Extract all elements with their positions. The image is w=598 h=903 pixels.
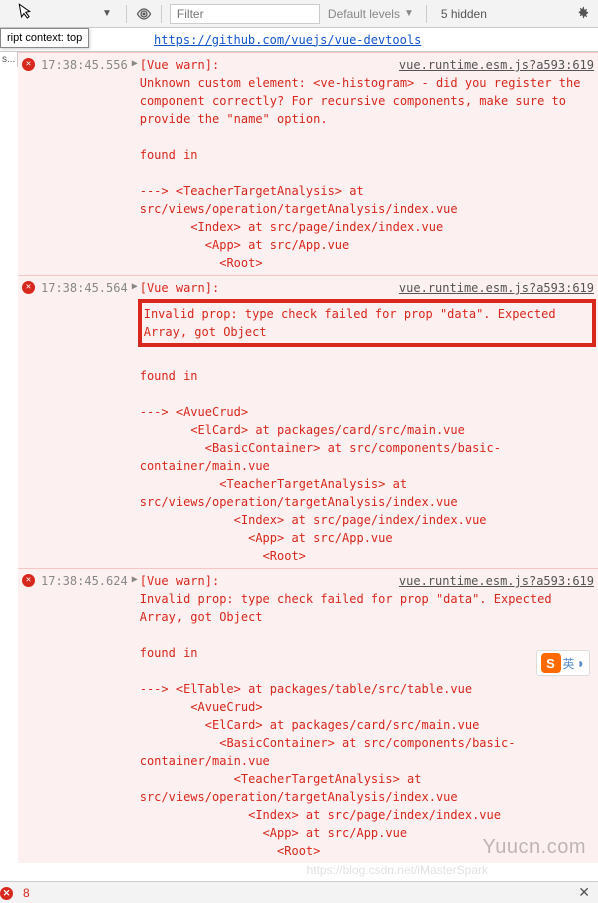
console-error-row: ✕ 17:38:45.624 ▶ [Vue warn]: vue.runtime… xyxy=(18,568,598,863)
hidden-count-label[interactable]: 5 hidden xyxy=(435,7,493,21)
chevron-down-icon: ▼ xyxy=(404,8,414,19)
message-body: [Vue warn]: vue.runtime.esm.js?a593:619 … xyxy=(140,572,594,860)
console-error-row: ✕ 17:38:45.556 ▶ [Vue warn]: vue.runtime… xyxy=(18,52,598,275)
timestamp: 17:38:45.556 xyxy=(41,56,128,272)
watermark-csdn: https://blog.csdn.net/iMasterSpark xyxy=(307,863,488,877)
disclosure-triangle-icon[interactable]: ▶ xyxy=(132,572,138,860)
disclosure-triangle-icon[interactable]: ▶ xyxy=(132,56,138,272)
console-error-row: ✕ 17:38:45.564 ▶ [Vue warn]: vue.runtime… xyxy=(18,275,598,568)
sidebar-stub[interactable]: s... xyxy=(0,52,18,67)
toolbar-divider xyxy=(126,5,127,23)
ime-badge[interactable]: S 英 ◗ xyxy=(536,650,590,676)
log-levels-label: Default levels xyxy=(328,7,400,21)
message-text: Unknown custom element: <ve-histogram> -… xyxy=(140,74,594,272)
toolbar-divider xyxy=(161,5,162,23)
status-bar: ✕ 8 ✕ xyxy=(0,881,598,903)
moon-icon: ◗ xyxy=(577,655,585,671)
timestamp: 17:38:45.564 xyxy=(41,279,128,565)
ime-language: 英 xyxy=(563,655,575,672)
close-icon[interactable]: ✕ xyxy=(578,884,590,901)
context-bar: https://github.com/vuejs/vue-devtools xyxy=(0,28,598,52)
console-toolbar: ▼ Default levels ▼ 5 hidden xyxy=(0,0,598,28)
eye-icon[interactable] xyxy=(135,5,153,23)
message-body: [Vue warn]: vue.runtime.esm.js?a593:619 … xyxy=(140,279,594,565)
devtools-link[interactable]: https://github.com/vuejs/vue-devtools xyxy=(154,33,421,47)
filter-input[interactable] xyxy=(170,4,320,24)
source-link[interactable]: vue.runtime.esm.js?a593:619 xyxy=(399,572,594,590)
message-text: found in ---> <AvueCrud> <ElCard> at pac… xyxy=(140,349,594,565)
message-text: Invalid prop: type check failed for prop… xyxy=(144,307,563,339)
log-levels-dropdown[interactable]: Default levels ▼ xyxy=(324,7,418,21)
vue-warn-label: [Vue warn]: xyxy=(140,572,219,590)
sogou-icon: S xyxy=(541,653,561,673)
source-link[interactable]: vue.runtime.esm.js?a593:619 xyxy=(399,279,594,297)
highlighted-error: Invalid prop: type check failed for prop… xyxy=(138,299,596,347)
message-body: [Vue warn]: vue.runtime.esm.js?a593:619 … xyxy=(140,56,594,272)
context-dropdown-arrow-icon[interactable]: ▼ xyxy=(96,8,118,19)
toolbar-divider xyxy=(426,5,427,23)
vue-warn-label: [Vue warn]: xyxy=(140,56,219,74)
error-icon: ✕ xyxy=(0,887,13,900)
source-link[interactable]: vue.runtime.esm.js?a593:619 xyxy=(399,56,594,74)
error-icon: ✕ xyxy=(22,281,35,294)
console-messages: ✕ 17:38:45.556 ▶ [Vue warn]: vue.runtime… xyxy=(18,52,598,863)
error-count: 8 xyxy=(23,886,30,900)
error-count-badge[interactable]: ✕ 8 xyxy=(0,885,30,900)
vue-warn-label: [Vue warn]: xyxy=(140,279,219,297)
error-icon: ✕ xyxy=(22,58,35,71)
watermark: Yuucn.com xyxy=(483,836,586,859)
error-icon: ✕ xyxy=(22,574,35,587)
context-tooltip: ript context: top xyxy=(0,28,89,48)
gear-icon[interactable] xyxy=(571,5,594,23)
message-text: Invalid prop: type check failed for prop… xyxy=(140,590,594,860)
timestamp: 17:38:45.624 xyxy=(41,572,128,860)
